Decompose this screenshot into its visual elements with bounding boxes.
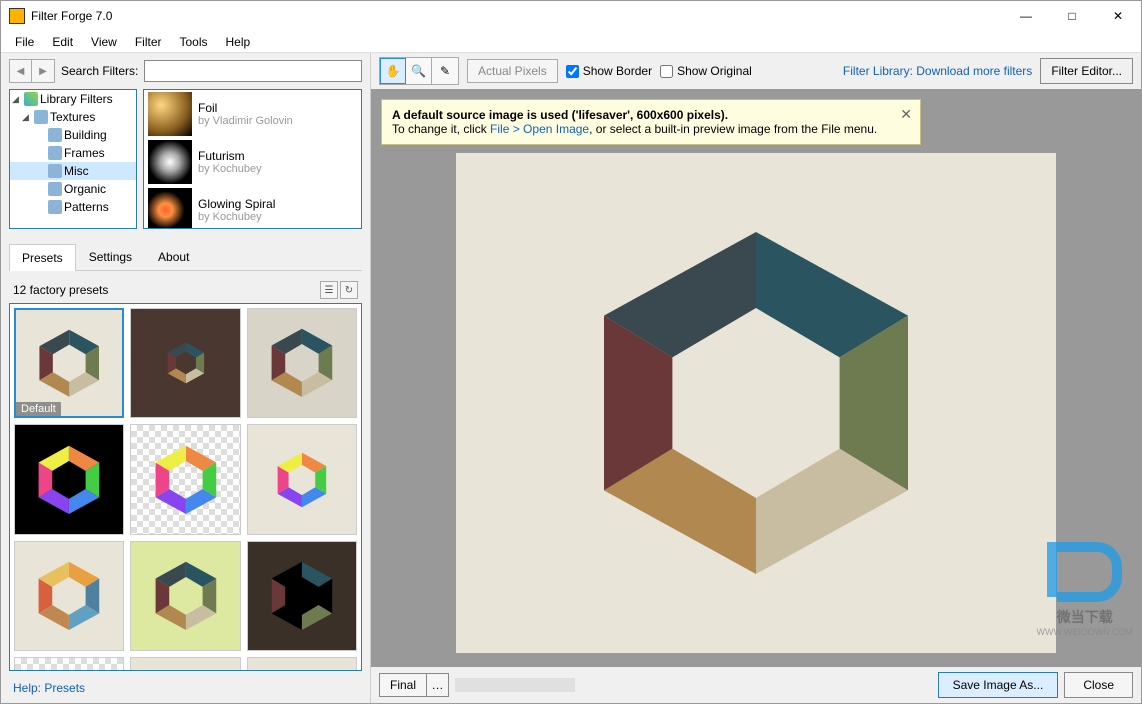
menu-bar: File Edit View Filter Tools Help [1, 31, 1141, 53]
preset-7[interactable] [14, 541, 124, 651]
close-window-button[interactable]: ✕ [1095, 1, 1141, 31]
help-presets-link[interactable]: Help: Presets [13, 681, 358, 695]
preview-toolbar: ✋ 🔍 ✎ Actual Pixels Show Border Show Ori… [371, 53, 1141, 89]
preset-2[interactable] [130, 308, 240, 418]
nav-back-button[interactable]: ◀ [10, 60, 32, 82]
preset-8[interactable] [130, 541, 240, 651]
presets-grid[interactable]: Default [9, 303, 362, 671]
tab-settings[interactable]: Settings [76, 243, 145, 270]
open-image-link[interactable]: File > Open Image [490, 122, 589, 136]
close-button[interactable]: Close [1064, 672, 1133, 698]
search-input[interactable] [144, 60, 362, 82]
title-bar: Filter Forge 7.0 ― □ ✕ [1, 1, 1141, 31]
preset-5[interactable] [130, 424, 240, 534]
filter-tree[interactable]: ◢Library Filters ◢Textures Building Fram… [9, 89, 137, 229]
filter-library-link[interactable]: Filter Library: Download more filters [843, 64, 1032, 78]
preset-12[interactable] [247, 657, 357, 671]
minimize-button[interactable]: ― [1003, 1, 1049, 31]
eyedropper-icon: ✎ [440, 64, 450, 78]
preset-default[interactable]: Default [14, 308, 124, 418]
tree-item-misc[interactable]: Misc [64, 164, 89, 178]
menu-view[interactable]: View [83, 33, 125, 51]
tree-group[interactable]: Textures [50, 110, 95, 124]
tab-about[interactable]: About [145, 243, 202, 270]
presets-count: 12 factory presets [13, 283, 108, 297]
preset-11[interactable] [130, 657, 240, 671]
show-original-checkbox[interactable]: Show Original [660, 64, 752, 78]
nav-forward-button[interactable]: ▶ [32, 60, 54, 82]
right-panel: ✋ 🔍 ✎ Actual Pixels Show Border Show Ori… [371, 53, 1141, 703]
magnifier-icon: 🔍 [411, 64, 426, 78]
tree-root[interactable]: Library Filters [40, 92, 113, 106]
preset-9[interactable] [247, 541, 357, 651]
actual-pixels-button[interactable]: Actual Pixels [467, 59, 558, 83]
tabs: Presets Settings About [9, 243, 362, 271]
menu-help[interactable]: Help [218, 33, 259, 51]
filter-thumb [148, 92, 192, 136]
zoom-tool-button[interactable]: 🔍 [406, 58, 432, 84]
tab-presets[interactable]: Presets [9, 244, 76, 271]
preset-options-button[interactable]: ☰ [320, 281, 338, 299]
search-label: Search Filters: [61, 64, 138, 78]
preview-image [456, 153, 1056, 653]
left-panel: ◀ ▶ Search Filters: ◢Library Filters ◢Te… [1, 53, 371, 703]
tree-item-patterns[interactable]: Patterns [64, 200, 109, 214]
final-menu-button[interactable]: … [427, 673, 449, 697]
info-banner: A default source image is used ('lifesav… [381, 99, 921, 145]
filter-item-foil[interactable]: Foilby Vladimir Golovin [144, 90, 361, 138]
app-icon [9, 8, 25, 24]
menu-file[interactable]: File [7, 33, 42, 51]
preset-10[interactable] [14, 657, 124, 671]
render-progress [455, 678, 575, 692]
show-border-checkbox[interactable]: Show Border [566, 64, 652, 78]
banner-close-button[interactable]: ✕ [900, 106, 912, 123]
preset-3[interactable] [247, 308, 357, 418]
hand-icon: ✋ [386, 64, 401, 78]
filter-editor-button[interactable]: Filter Editor... [1040, 58, 1133, 84]
filter-item-futurism[interactable]: Futurismby Kochubey [144, 138, 361, 186]
preset-refresh-button[interactable]: ↻ [340, 281, 358, 299]
preset-4[interactable] [14, 424, 124, 534]
tree-item-frames[interactable]: Frames [64, 146, 105, 160]
filter-thumb [148, 140, 192, 184]
final-button[interactable]: Final [379, 673, 427, 697]
menu-edit[interactable]: Edit [44, 33, 81, 51]
tree-item-building[interactable]: Building [64, 128, 107, 142]
filter-thumb [148, 188, 192, 229]
filter-item-spiral[interactable]: Glowing Spiralby Kochubey [144, 186, 361, 229]
menu-tools[interactable]: Tools [172, 33, 216, 51]
maximize-button[interactable]: □ [1049, 1, 1095, 31]
filter-list[interactable]: Foilby Vladimir Golovin Futurismby Kochu… [143, 89, 362, 229]
preset-6[interactable] [247, 424, 357, 534]
save-image-button[interactable]: Save Image As... [938, 672, 1059, 698]
preview-canvas[interactable]: A default source image is used ('lifesav… [371, 89, 1141, 667]
pan-tool-button[interactable]: ✋ [380, 58, 406, 84]
tree-item-organic[interactable]: Organic [64, 182, 106, 196]
eyedropper-tool-button[interactable]: ✎ [432, 58, 458, 84]
bottom-bar: Final … Save Image As... Close [371, 667, 1141, 703]
window-title: Filter Forge 7.0 [31, 9, 112, 23]
menu-filter[interactable]: Filter [127, 33, 170, 51]
